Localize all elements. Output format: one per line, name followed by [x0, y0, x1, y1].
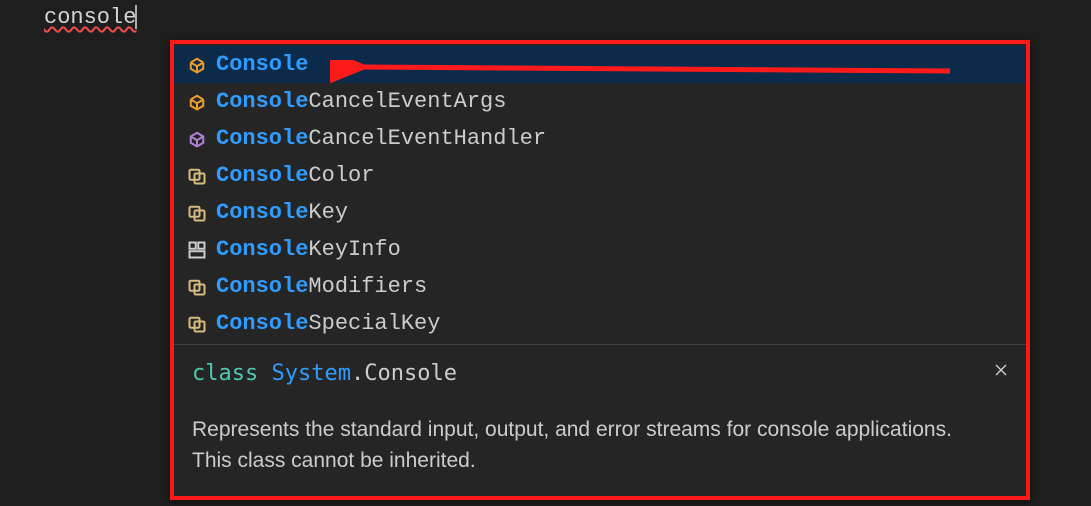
suggestion-item[interactable]: ConsoleCancelEventArgs: [174, 83, 1026, 120]
class-icon: [184, 92, 210, 112]
suggestion-label: ConsoleKeyInfo: [216, 237, 401, 262]
class-icon: [184, 55, 210, 75]
suggestion-item[interactable]: ConsoleSpecialKey: [174, 305, 1026, 342]
suggestion-item[interactable]: ConsoleColor: [174, 157, 1026, 194]
suggestion-item[interactable]: ConsoleCancelEventHandler: [174, 120, 1026, 157]
module-icon: [184, 129, 210, 149]
suggestion-item[interactable]: ConsoleKeyInfo: [174, 231, 1026, 268]
enum-icon: [184, 203, 210, 223]
struct-icon: [184, 240, 210, 260]
signature-line: class System.Console: [192, 361, 1008, 386]
keyword-class: class: [192, 361, 258, 386]
documentation-text: Represents the standard input, output, a…: [192, 414, 972, 476]
suggestion-item[interactable]: ConsoleModifiers: [174, 268, 1026, 305]
suggestion-label: ConsoleCancelEventArgs: [216, 89, 506, 114]
editor-typed-text[interactable]: console: [44, 4, 137, 32]
typed-token: console: [44, 5, 136, 30]
enum-icon: [184, 277, 210, 297]
documentation-panel: class System.Console Represents the stan…: [174, 344, 1026, 496]
intellisense-popup: Console ConsoleCancelEventArgs ConsoleCanc…: [170, 40, 1030, 500]
enum-icon: [184, 314, 210, 334]
member-label: Console: [364, 361, 457, 386]
enum-icon: [184, 166, 210, 186]
namespace-label: System: [271, 361, 350, 386]
suggestion-label: ConsoleColor: [216, 163, 374, 188]
suggestion-item[interactable]: ConsoleKey: [174, 194, 1026, 231]
close-icon[interactable]: [990, 359, 1012, 381]
suggestion-label: ConsoleSpecialKey: [216, 311, 440, 336]
suggestion-label: ConsoleModifiers: [216, 274, 427, 299]
suggestion-label: ConsoleKey: [216, 200, 348, 225]
suggestion-label: Console: [216, 52, 308, 77]
suggestion-list[interactable]: Console ConsoleCancelEventArgs ConsoleCanc…: [174, 44, 1026, 344]
text-cursor: [135, 5, 137, 29]
suggestion-item[interactable]: Console: [174, 46, 1026, 83]
suggestion-label: ConsoleCancelEventHandler: [216, 126, 546, 151]
